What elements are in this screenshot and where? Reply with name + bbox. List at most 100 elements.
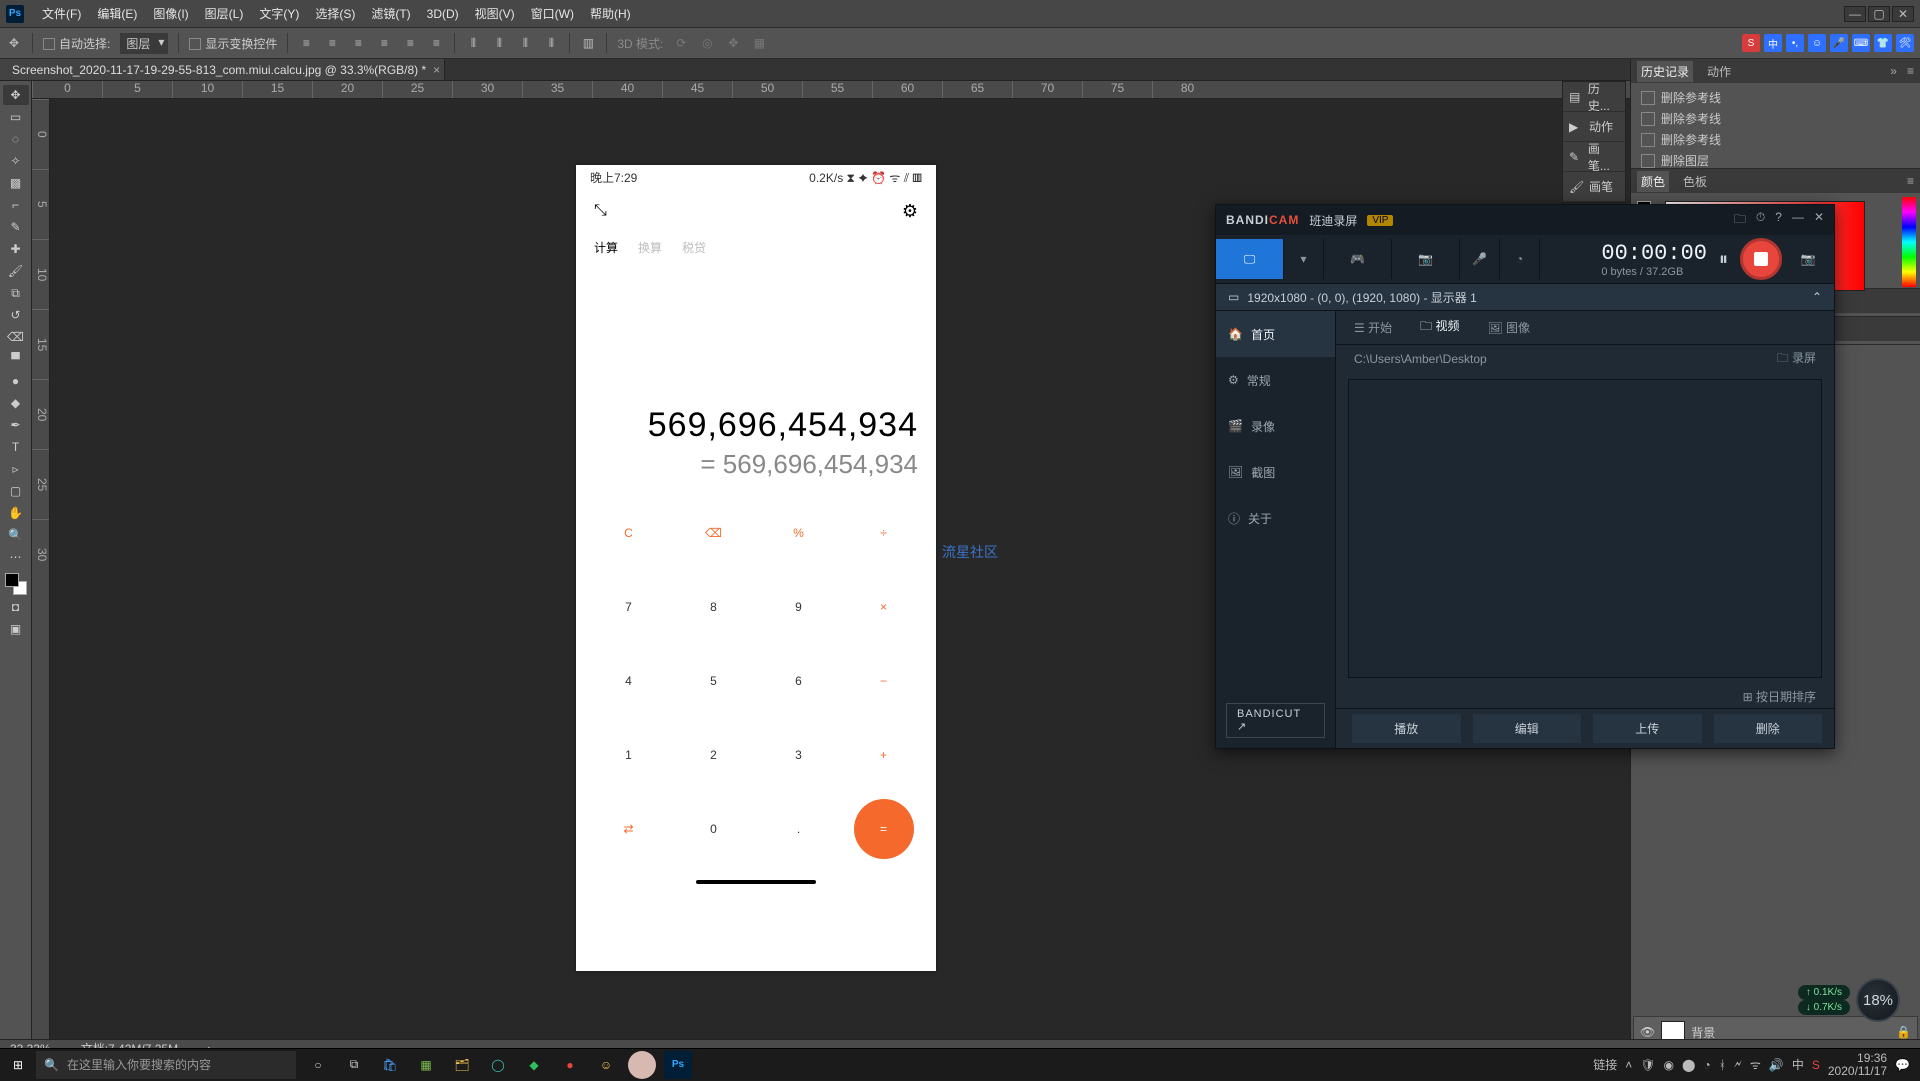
tray-sogou-icon[interactable]: S <box>1812 1058 1820 1072</box>
show-transform-check[interactable]: 显示变换控件 <box>189 35 277 52</box>
side-about[interactable]: ⓘ关于 <box>1216 495 1335 541</box>
capture-target-bar[interactable]: ▭ 1920x1080 - (0, 0), (1920, 1080) - 显示器… <box>1216 283 1834 311</box>
bandicut-button[interactable]: BANDICUT ↗ <box>1226 703 1325 738</box>
subtab-video[interactable]: 🗀 视频 <box>1420 317 1459 338</box>
tool-lasso[interactable]: ◌ <box>3 129 29 149</box>
menu-view[interactable]: 视图(V) <box>467 5 523 22</box>
layer-dropdown[interactable]: 图层▾ <box>120 33 168 54</box>
history-step[interactable]: 删除参考线 <box>1637 87 1914 108</box>
tool-heal[interactable]: ✚ <box>3 239 29 259</box>
tray-app-icon[interactable]: ◔ <box>1703 1058 1710 1072</box>
document-tab[interactable]: Screenshot_2020-11-17-19-29-55-813_com.m… <box>0 59 445 80</box>
auto-select-check[interactable]: 自动选择: <box>43 35 110 52</box>
distribute-icon-3[interactable]: ⫴ <box>517 35 533 51</box>
collapsed-brushes[interactable]: 🖌画笔 <box>1563 172 1625 202</box>
mode-screen[interactable]: 🖵 <box>1216 239 1284 279</box>
bandicam-titlebar[interactable]: BANDICAM 班迪录屏 VIP 🗀 ⏱ ? — ✕ <box>1216 205 1834 235</box>
task-explorer[interactable]: 🗂 <box>448 1051 476 1079</box>
menu-help[interactable]: 帮助(H) <box>582 5 639 22</box>
output-path[interactable]: C:\Users\Amber\Desktop <box>1354 352 1487 366</box>
side-home[interactable]: 🏠首页 <box>1216 311 1335 357</box>
pause-button[interactable]: ⏸ <box>1719 249 1728 270</box>
ime-keyboard-icon[interactable]: ⌨ <box>1852 34 1870 52</box>
tab-swatches[interactable]: 色板 <box>1679 171 1711 192</box>
menu-3d[interactable]: 3D(D) <box>419 7 467 21</box>
tool-marquee[interactable]: ▭ <box>3 107 29 127</box>
mode-device[interactable]: 📷 <box>1392 239 1460 279</box>
tool-screenmode[interactable]: ▣ <box>3 619 29 639</box>
align-icon-2[interactable]: ≡ <box>324 35 340 51</box>
action-play[interactable]: 播放 <box>1352 714 1461 743</box>
close-button[interactable]: ✕ <box>1892 6 1914 22</box>
side-image[interactable]: 🖼截图 <box>1216 449 1335 495</box>
task-app-2[interactable]: ◆ <box>520 1051 548 1079</box>
task-edge[interactable]: ◯ <box>484 1051 512 1079</box>
menu-layer[interactable]: 图层(L) <box>197 5 252 22</box>
arrange-icon[interactable]: ▥ <box>580 35 596 51</box>
color-swatch[interactable] <box>5 573 27 595</box>
menu-image[interactable]: 图像(I) <box>145 5 196 22</box>
task-cortana[interactable]: ○ <box>304 1051 332 1079</box>
tray-net-icon[interactable]: ⬤ <box>1682 1058 1695 1072</box>
minimize-button[interactable]: — <box>1844 6 1866 22</box>
collapsed-history[interactable]: ▤历史... <box>1563 82 1625 112</box>
tool-brush[interactable]: 🖌 <box>3 261 29 281</box>
tool-quickmask[interactable]: ◘ <box>3 597 29 617</box>
sort-button[interactable]: ⊞ 按日期排序 <box>1743 688 1816 705</box>
history-step[interactable]: 删除图层 <box>1637 150 1914 171</box>
tool-path[interactable]: ▹ <box>3 459 29 479</box>
3d-icon-3[interactable]: ✥ <box>725 35 741 51</box>
open-folder-icon[interactable]: 🗀 <box>1734 210 1746 231</box>
minimize-button[interactable]: — <box>1792 210 1804 231</box>
panel-collapse-icon[interactable]: » <box>1890 64 1897 78</box>
mode-webcam[interactable]: 🎤 <box>1460 239 1500 279</box>
tray-gpu-icon[interactable]: ◉ <box>1664 1058 1674 1072</box>
mode-overlay[interactable]: ◔ <box>1500 239 1540 279</box>
bandicam-window[interactable]: BANDICAM 班迪录屏 VIP 🗀 ⏱ ? — ✕ 🖵 ▾ 🎮 📷 🎤 ◔ … <box>1215 204 1835 749</box>
tool-pen[interactable]: ✒ <box>3 415 29 435</box>
tool-hand[interactable]: ✋ <box>3 503 29 523</box>
chevron-up-icon[interactable]: ⌃ <box>1812 290 1822 304</box>
tool-gradient[interactable]: ▀ <box>3 349 29 369</box>
netspeed-widget[interactable]: ↑ 0.1K/s ↓ 0.7K/s 18% <box>1798 978 1900 1022</box>
menu-edit[interactable]: 编辑(E) <box>89 5 145 22</box>
tab-history[interactable]: 历史记录 <box>1637 61 1693 82</box>
visibility-icon[interactable]: 👁 <box>1640 1025 1655 1039</box>
tool-type[interactable]: T <box>3 437 29 457</box>
collapsed-actions[interactable]: ▶动作 <box>1563 112 1625 142</box>
ime-skin-icon[interactable]: 👕 <box>1874 34 1892 52</box>
side-general[interactable]: ⚙常规 <box>1216 357 1335 403</box>
subtab-start[interactable]: ☰ 开始 <box>1354 319 1392 336</box>
sogou-icon[interactable]: S <box>1742 34 1760 52</box>
tray-clock[interactable]: 19:36 2020/11/17 <box>1828 1052 1887 1078</box>
tray-power-icon[interactable]: 🗲 <box>1734 1057 1742 1072</box>
3d-icon-4[interactable]: ▦ <box>751 35 767 51</box>
menu-window[interactable]: 窗口(W) <box>523 5 582 22</box>
tool-shape[interactable]: ▢ <box>3 481 29 501</box>
close-button[interactable]: ✕ <box>1814 210 1824 231</box>
ime-mic-icon[interactable]: 🎤 <box>1830 34 1848 52</box>
start-button[interactable]: ⊞ <box>0 1049 36 1081</box>
task-taskview[interactable]: ⧉ <box>340 1051 368 1079</box>
tray-ime-icon[interactable]: 中 <box>1792 1056 1804 1073</box>
tray-chevron-icon[interactable]: ˄ <box>1625 1058 1632 1072</box>
ime-tool-icon[interactable]: 🛠 <box>1896 34 1914 52</box>
tool-quick-select[interactable]: ✧ <box>3 151 29 171</box>
tool-stamp[interactable]: ⧉ <box>3 283 29 303</box>
subtab-image[interactable]: 🖼 图像 <box>1487 319 1530 336</box>
history-step[interactable]: 删除参考线 <box>1637 129 1914 150</box>
record-button[interactable] <box>1740 238 1782 280</box>
align-icon-6[interactable]: ≡ <box>428 35 444 51</box>
tool-zoom[interactable]: 🔍 <box>3 525 29 545</box>
tool-more[interactable]: ⋯ <box>3 547 29 567</box>
action-edit[interactable]: 编辑 <box>1473 714 1582 743</box>
ime-punct-icon[interactable]: •, <box>1786 34 1804 52</box>
tool-eraser[interactable]: ⌫ <box>3 327 29 347</box>
tool-dodge[interactable]: ◆ <box>3 393 29 413</box>
tool-blur[interactable]: ● <box>3 371 29 391</box>
tool-eyedropper[interactable]: ✎ <box>3 217 29 237</box>
menu-select[interactable]: 选择(S) <box>307 5 363 22</box>
action-upload[interactable]: 上传 <box>1593 714 1702 743</box>
ime-face-icon[interactable]: ☺ <box>1808 34 1826 52</box>
align-icon-4[interactable]: ≡ <box>376 35 392 51</box>
